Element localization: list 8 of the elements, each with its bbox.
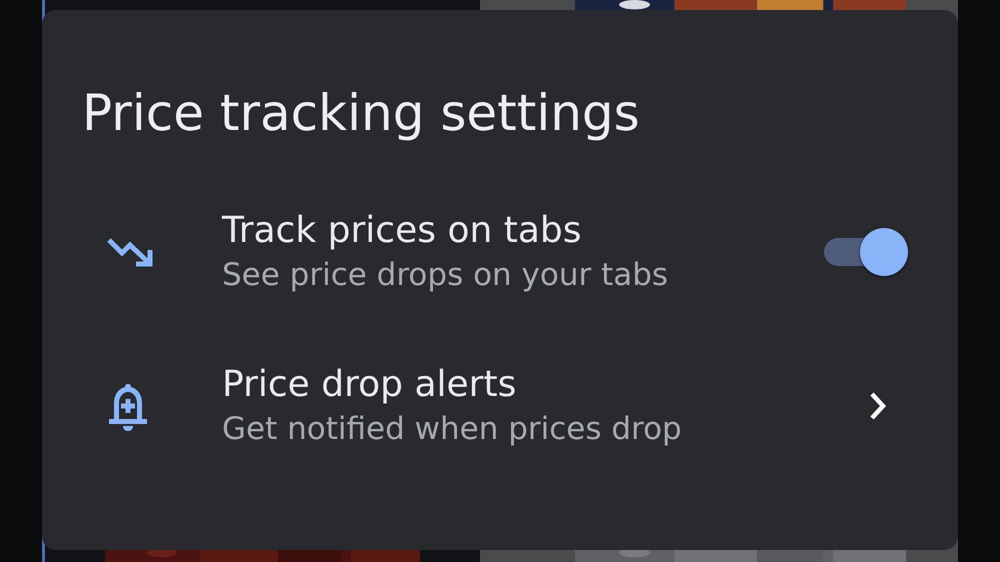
chevron-right-icon[interactable] bbox=[868, 391, 888, 421]
bell-plus-icon bbox=[106, 381, 150, 431]
setting-subtitle: Get notified when prices drop bbox=[222, 410, 683, 448]
dialog-title: Price tracking settings bbox=[82, 86, 641, 140]
setting-subtitle: See price drops on your tabs bbox=[222, 256, 670, 294]
setting-title: Price drop alerts bbox=[222, 364, 518, 406]
setting-title: Track prices on tabs bbox=[222, 210, 583, 252]
toggle-switch[interactable] bbox=[824, 228, 910, 276]
